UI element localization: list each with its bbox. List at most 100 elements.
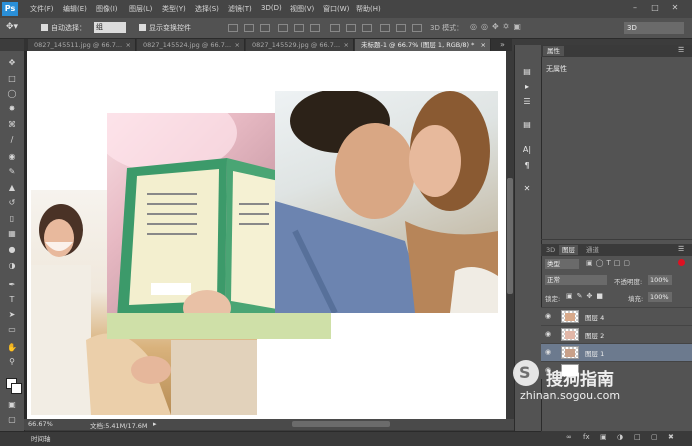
layer-filter-icons[interactable]: ▣◯T□▢ (586, 259, 633, 267)
layers-panel-menu-icon[interactable]: ☰ (678, 245, 684, 253)
menu-edit[interactable]: 编辑(E) (63, 4, 87, 14)
quick-mask-icon[interactable]: ▣ (7, 400, 17, 410)
eyedropper-icon[interactable]: ∕ (7, 135, 17, 145)
add-mask-icon[interactable]: ▣ (600, 433, 607, 441)
layer-filter-dropdown[interactable]: 类型 (545, 259, 579, 269)
marquee-icon[interactable]: □ (7, 74, 17, 84)
filter-toggle-icon[interactable] (678, 259, 685, 266)
distribute-hcenter-icon[interactable] (396, 24, 406, 32)
menu-filter[interactable]: 滤镜(T) (228, 4, 252, 14)
link-layers-icon[interactable]: ∞ (566, 433, 572, 441)
timeline-tab[interactable]: 时间轴 (31, 433, 51, 443)
blur-icon[interactable]: ● (7, 245, 17, 255)
move-tool-preset-icon[interactable]: ✥▾ (6, 22, 18, 32)
distribute-left-icon[interactable] (380, 24, 390, 32)
tab-3d[interactable]: 3D (543, 245, 558, 255)
blend-mode-dropdown[interactable]: 正常 (545, 275, 607, 285)
tab-overflow-icon[interactable]: » (500, 40, 505, 49)
align-hcenter-icon[interactable] (294, 24, 304, 32)
fx-icon[interactable]: fx (583, 433, 590, 441)
auto-select-dropdown[interactable]: 组 (94, 22, 126, 33)
layer-photo-couple[interactable] (275, 91, 498, 313)
new-layer-icon[interactable]: ▢ (651, 433, 658, 441)
layer-name[interactable]: 图层 1 (585, 348, 604, 358)
opacity-input[interactable]: 100% (648, 275, 672, 285)
tab-channels[interactable]: 通道 (583, 245, 602, 255)
tab-doc-3[interactable]: 0827_145529.jpg @ 66.7... × (246, 39, 354, 51)
zoom-icon[interactable]: ⚲ (7, 357, 17, 367)
3d-mode-icons[interactable]: ◎◎✥✡▣ (470, 22, 525, 31)
maximize-icon[interactable]: □ (648, 2, 662, 14)
lasso-icon[interactable]: ◯ (7, 89, 17, 99)
brush-presets-icon[interactable]: ▤ (521, 119, 533, 131)
tab-layers[interactable]: 图层 (559, 245, 578, 255)
history-icon[interactable]: ▤ (521, 66, 533, 78)
dodge-icon[interactable]: ◑ (7, 261, 17, 271)
eraser-icon[interactable]: ▯ (7, 214, 17, 224)
menu-select[interactable]: 选择(S) (195, 4, 219, 14)
move-icon[interactable]: ✥ (7, 58, 17, 68)
gradient-icon[interactable]: ▦ (7, 229, 17, 239)
align-bottom-icon[interactable] (260, 24, 270, 32)
close-icon[interactable]: × (235, 39, 240, 51)
visibility-eye-icon[interactable]: ◉ (545, 312, 554, 320)
align-top-icon[interactable] (228, 24, 238, 32)
adjustment-layer-icon[interactable]: ◑ (617, 433, 623, 441)
stamp-icon[interactable]: ▲ (7, 183, 17, 193)
path-select-icon[interactable]: ➤ (7, 310, 17, 320)
menu-view[interactable]: 视图(V) (290, 4, 314, 14)
distribute-top-icon[interactable] (330, 24, 340, 32)
type-icon[interactable]: T (7, 295, 17, 305)
screen-mode-icon[interactable]: ▢ (7, 415, 17, 425)
align-right-icon[interactable] (310, 24, 320, 32)
crop-icon[interactable]: ⌘ (7, 120, 17, 130)
menu-layer[interactable]: 图层(L) (129, 4, 152, 14)
close-icon[interactable]: × (344, 39, 349, 51)
layer-row[interactable]: ◉ 图层 2 (541, 325, 692, 343)
new-group-icon[interactable]: □ (634, 433, 641, 441)
menu-file[interactable]: 文件(F) (30, 4, 54, 14)
hand-icon[interactable]: ✋ (7, 343, 17, 353)
horizontal-scroll-thumb[interactable] (292, 421, 390, 427)
healing-icon[interactable]: ◉ (7, 152, 17, 162)
tab-doc-active[interactable]: 未标题-1 @ 66.7% (图层 1, RGB/8) * × (355, 39, 491, 51)
visibility-eye-icon[interactable]: ◉ (545, 348, 554, 356)
distribute-vcenter-icon[interactable] (346, 24, 356, 32)
auto-select-checkbox[interactable] (41, 24, 48, 31)
tab-doc-2[interactable]: 0827_145524.jpg @ 66.7... × (137, 39, 245, 51)
lock-icons[interactable]: ▣✎✥■ (566, 292, 607, 300)
background-color-swatch[interactable] (11, 383, 22, 394)
fill-input[interactable]: 100% (648, 292, 672, 302)
delete-layer-icon[interactable]: ✖ (668, 433, 674, 441)
close-icon[interactable]: × (481, 39, 486, 51)
align-left-icon[interactable] (278, 24, 288, 32)
vertical-scroll-thumb[interactable] (507, 178, 513, 294)
distribute-right-icon[interactable] (412, 24, 422, 32)
show-transform-checkbox[interactable] (139, 24, 146, 31)
paragraph-icon[interactable]: ¶ (521, 160, 533, 172)
menu-3d[interactable]: 3D(D) (261, 4, 282, 12)
layer-row-selected[interactable]: ◉ 图层 1 (541, 343, 692, 361)
distribute-bottom-icon[interactable] (362, 24, 372, 32)
menu-image[interactable]: 图像(I) (96, 4, 118, 14)
status-menu-icon[interactable]: ▸ (153, 420, 157, 428)
menu-type[interactable]: 类型(Y) (162, 4, 186, 14)
quick-select-icon[interactable]: ✸ (7, 104, 17, 114)
layer-name[interactable]: 图层 2 (585, 330, 604, 340)
close-icon[interactable]: ✕ (668, 2, 682, 14)
history-brush-icon[interactable]: ↺ (7, 198, 17, 208)
panel-menu-icon[interactable]: ☰ (678, 46, 684, 54)
zoom-level[interactable]: 66.67% (28, 420, 53, 428)
menu-window[interactable]: 窗口(W) (323, 4, 349, 14)
minimize-icon[interactable]: – (628, 2, 642, 14)
close-icon[interactable]: × (126, 39, 131, 51)
character-icon[interactable]: A| (521, 144, 533, 156)
actions-icon[interactable]: ▸ (521, 81, 533, 93)
shape-icon[interactable]: ▭ (7, 325, 17, 335)
tab-doc-1[interactable]: 0827_145511.jpg @ 66.7... × (28, 39, 136, 51)
tool-presets-icon[interactable]: ✕ (521, 183, 533, 195)
layer-name[interactable]: 图层 4 (585, 312, 604, 322)
tab-properties[interactable]: 属性 (543, 46, 564, 56)
adjustments-icon[interactable]: ☰ (521, 96, 533, 108)
brush-icon[interactable]: ✎ (7, 167, 17, 177)
